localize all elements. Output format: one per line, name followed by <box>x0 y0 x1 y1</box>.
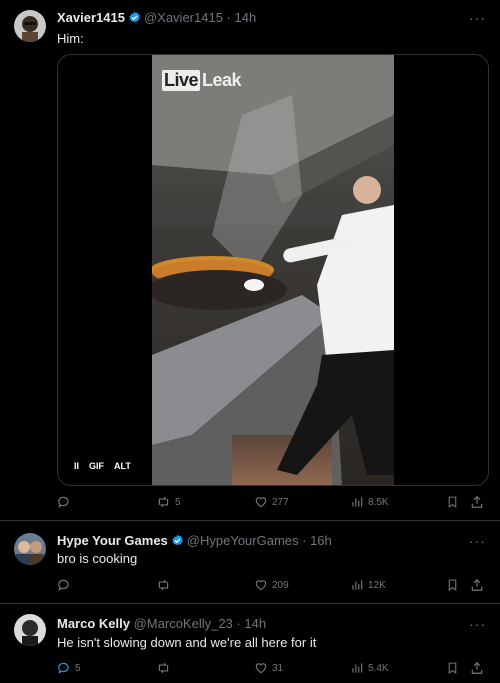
avatar[interactable] <box>14 10 46 42</box>
more-icon[interactable]: ··· <box>469 533 486 549</box>
bookmark-icon <box>446 661 459 675</box>
retweet-button[interactable] <box>156 661 175 675</box>
views-count: 12K <box>368 579 386 591</box>
tweet-text: He isn't slowing down and we're all here… <box>57 635 317 650</box>
action-bar: 209 12K <box>0 578 500 594</box>
retweet-button[interactable] <box>156 578 175 592</box>
author-handle[interactable]: @HypeYourGames <box>187 533 299 548</box>
timestamp[interactable]: · 16h <box>302 533 332 548</box>
bookmark-icon <box>446 578 459 592</box>
like-count: 209 <box>272 579 289 591</box>
views-button[interactable]: 12K <box>350 578 386 592</box>
tweet-header: Xavier1415 @Xavier1415 · 14h <box>57 10 256 27</box>
share-icon <box>470 578 484 592</box>
reply-button[interactable]: 5 <box>57 661 81 675</box>
more-icon[interactable]: ··· <box>469 10 486 26</box>
watermark-leak: Leak <box>202 70 242 90</box>
media-controls: II GIF ALT <box>74 461 131 471</box>
avatar[interactable] <box>14 533 46 565</box>
reply-icon <box>57 495 71 509</box>
kitchen-scene-image <box>152 55 394 485</box>
gif-media[interactable]: Live Leak II GIF ALT <box>57 54 489 486</box>
author-name[interactable]: Hype Your Games <box>57 533 168 548</box>
bookmark-button[interactable] <box>446 661 459 675</box>
author-name[interactable]: Marco Kelly <box>57 616 130 631</box>
retweet-icon <box>156 578 171 592</box>
bookmark-button[interactable] <box>446 578 459 592</box>
timestamp[interactable]: · 14h <box>227 10 257 25</box>
retweet-icon <box>156 661 171 675</box>
action-bar: 5 31 5.4K <box>0 661 500 677</box>
pause-button[interactable]: II <box>74 461 79 471</box>
bookmark-icon <box>446 495 459 509</box>
views-icon <box>350 578 364 592</box>
alt-badge[interactable]: ALT <box>114 461 131 471</box>
author-handle[interactable]: @MarcoKelly_23 <box>134 616 233 631</box>
retweet-button[interactable]: 5 <box>156 495 181 509</box>
like-icon <box>254 578 268 592</box>
like-count: 277 <box>272 496 289 508</box>
share-button[interactable] <box>470 578 484 592</box>
liveleak-watermark: Live Leak <box>162 70 243 91</box>
views-button[interactable]: 8.5K <box>350 495 389 509</box>
share-button[interactable] <box>470 661 484 675</box>
views-button[interactable]: 5.4K <box>350 661 389 675</box>
tweet-marcokelly[interactable]: Marco Kelly @MarcoKelly_23 · 14h ··· He … <box>0 604 500 683</box>
like-button[interactable]: 209 <box>254 578 289 592</box>
gif-badge: GIF <box>89 461 105 471</box>
tweet-xavier[interactable]: Xavier1415 @Xavier1415 · 14h ··· Him: Li… <box>0 0 500 520</box>
share-icon <box>470 661 484 675</box>
reply-count: 5 <box>75 662 81 674</box>
views-icon <box>350 661 364 675</box>
author-name[interactable]: Xavier1415 <box>57 10 125 25</box>
like-button[interactable]: 277 <box>254 495 289 509</box>
views-count: 8.5K <box>368 496 389 508</box>
tweet-header: Marco Kelly @MarcoKelly_23 · 14h <box>57 616 266 631</box>
views-icon <box>350 495 364 509</box>
gif-frame: Live Leak <box>152 55 394 485</box>
author-handle[interactable]: @Xavier1415 <box>144 10 223 25</box>
reply-button[interactable] <box>57 495 75 509</box>
reply-icon <box>57 661 71 675</box>
views-count: 5.4K <box>368 662 389 674</box>
more-icon[interactable]: ··· <box>469 616 486 632</box>
like-count: 31 <box>272 662 284 674</box>
reply-icon <box>57 578 71 592</box>
retweet-icon <box>156 495 171 509</box>
tweet-text: bro is cooking <box>57 551 138 566</box>
bookmark-button[interactable] <box>446 495 459 509</box>
like-icon <box>254 495 268 509</box>
tweet-header: Hype Your Games @HypeYourGames · 16h <box>57 533 332 550</box>
action-bar: 5 277 8.5K <box>0 495 500 511</box>
tweet-text: Him: <box>57 31 84 46</box>
reply-button[interactable] <box>57 578 75 592</box>
verified-badge-icon <box>128 11 141 27</box>
avatar[interactable] <box>14 614 46 646</box>
watermark-live: Live <box>162 70 201 91</box>
tweet-hypeyourgames[interactable]: Hype Your Games @HypeYourGames · 16h ··· … <box>0 521 500 603</box>
like-button[interactable]: 31 <box>254 661 283 675</box>
timestamp[interactable]: · 14h <box>236 616 266 631</box>
share-icon <box>470 495 484 509</box>
verified-badge-icon <box>171 534 184 550</box>
retweet-count: 5 <box>175 496 181 508</box>
share-button[interactable] <box>470 495 484 509</box>
like-icon <box>254 661 268 675</box>
